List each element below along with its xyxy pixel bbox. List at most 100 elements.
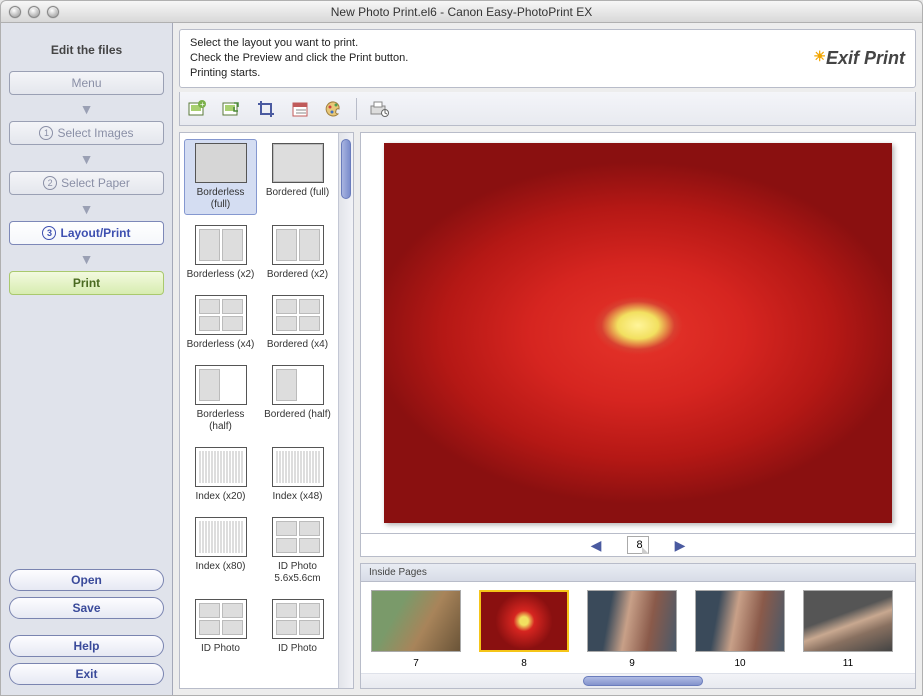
layout-thumb-icon	[272, 599, 324, 639]
exif-print-logo: ☀Exif Print	[813, 48, 905, 69]
photo-preview	[384, 143, 891, 523]
layout-option[interactable]: Borderless (x2)	[184, 221, 257, 285]
layout-label: ID Photo 5.6x5.6cm	[263, 561, 332, 585]
step-select-paper[interactable]: 2 Select Paper	[9, 171, 164, 195]
step-label: Layout/Print	[60, 226, 130, 240]
page-thumbnail	[371, 590, 461, 652]
scrollbar-thumb[interactable]	[341, 139, 351, 199]
layout-label: Index (x80)	[195, 561, 245, 573]
layout-option[interactable]: Bordered (full)	[261, 139, 334, 215]
layout-label: ID Photo	[278, 643, 317, 655]
page-navigation: ◀ 8 ▶	[360, 534, 916, 557]
layout-label: Borderless (half)	[186, 409, 255, 433]
toolbar-separator	[356, 98, 357, 120]
layout-option[interactable]: Borderless (full)	[184, 139, 257, 215]
arrow-down-icon: ▼	[9, 201, 164, 217]
window-title: New Photo Print.el6 - Canon Easy-PhotoPr…	[1, 5, 922, 19]
menu-label: Menu	[71, 76, 101, 90]
step-layout-print[interactable]: 3 Layout/Print	[9, 221, 164, 245]
layout-option[interactable]: Bordered (x4)	[261, 291, 334, 355]
page-thumbnail	[803, 590, 893, 652]
inside-page-item[interactable]: 9	[587, 590, 677, 669]
layout-label: Bordered (half)	[264, 409, 331, 421]
layout-label: Borderless (x4)	[187, 339, 255, 351]
layout-list[interactable]: Borderless (full)Bordered (full) Borderle…	[180, 133, 338, 688]
layout-thumb-icon	[272, 225, 324, 265]
zoom-window-icon[interactable]	[47, 6, 59, 18]
layout-option[interactable]: Index (x48)	[261, 443, 334, 507]
menu-button[interactable]: Menu	[9, 71, 164, 95]
prev-page-icon[interactable]: ◀	[591, 537, 602, 554]
layout-label: Bordered (x2)	[267, 269, 328, 281]
sidebar-title: Edit the files	[9, 31, 164, 71]
inside-page-item[interactable]: 7	[371, 590, 461, 669]
scrollbar-thumb[interactable]	[583, 676, 703, 686]
inside-page-item[interactable]: 8	[479, 590, 569, 669]
tool-palette-icon[interactable]	[322, 97, 346, 121]
open-button[interactable]: Open	[9, 569, 164, 591]
step-number-icon: 1	[39, 126, 53, 140]
save-button[interactable]: Save	[9, 597, 164, 619]
print-label: Print	[73, 276, 100, 290]
page-thumbnail	[587, 590, 677, 652]
main-area: Select the layout you want to print. Che…	[173, 23, 922, 695]
layout-scrollbar[interactable]	[338, 133, 353, 688]
app-window: New Photo Print.el6 - Canon Easy-PhotoPr…	[0, 0, 923, 696]
layout-option[interactable]: Borderless (x4)	[184, 291, 257, 355]
help-button[interactable]: Help	[9, 635, 164, 657]
inside-pages-panel: Inside Pages 7891011	[360, 563, 916, 689]
layout-palette: Borderless (full)Bordered (full) Borderle…	[179, 132, 354, 689]
sidebar: Edit the files Menu ▼ 1 Select Images ▼ …	[1, 23, 173, 695]
step-select-images[interactable]: 1 Select Images	[9, 121, 164, 145]
layout-option[interactable]: ID Photo	[261, 595, 334, 659]
layout-option[interactable]: Bordered (x2)	[261, 221, 334, 285]
minimize-window-icon[interactable]	[28, 6, 40, 18]
instruction-text: Select the layout you want to print. Che…	[190, 36, 813, 81]
step-label: Select Images	[57, 126, 133, 140]
preview-frame	[360, 132, 916, 534]
sun-icon: ☀	[813, 48, 826, 64]
tool-crop-icon[interactable]	[254, 97, 278, 121]
layout-option[interactable]: ID Photo	[184, 595, 257, 659]
step-number-icon: 3	[42, 226, 56, 240]
page-number: 9	[629, 658, 635, 669]
next-page-icon[interactable]: ▶	[675, 537, 686, 554]
step-label: Select Paper	[61, 176, 130, 190]
layout-thumb-icon	[272, 517, 324, 557]
layout-option[interactable]: Index (x80)	[184, 513, 257, 589]
layout-thumb-icon	[272, 365, 324, 405]
layout-option[interactable]: Borderless (half)	[184, 361, 257, 437]
layout-label: Bordered (x4)	[267, 339, 328, 351]
layout-option[interactable]: ID Photo 5.6x5.6cm	[261, 513, 334, 589]
page-fold-icon	[642, 547, 649, 554]
tool-date-icon[interactable]	[288, 97, 312, 121]
layout-label: Borderless (x2)	[187, 269, 255, 281]
print-button[interactable]: Print	[9, 271, 164, 295]
inside-pages-strip[interactable]: 7 8 9 1011	[361, 582, 915, 673]
inside-page-item[interactable]: 11	[803, 590, 893, 669]
layout-option[interactable]: Bordered (half)	[261, 361, 334, 437]
layout-label: Index (x48)	[272, 491, 322, 503]
tool-swap-image-icon[interactable]	[220, 97, 244, 121]
layout-label: ID Photo	[201, 643, 240, 655]
current-page-box[interactable]: 8	[627, 536, 648, 554]
page-number: 8	[521, 658, 527, 669]
step-number-icon: 2	[43, 176, 57, 190]
page-number: 7	[413, 658, 419, 669]
inside-page-item[interactable]: 10	[695, 590, 785, 669]
layout-thumb-icon	[272, 447, 324, 487]
layout-thumb-icon	[195, 447, 247, 487]
tool-print-settings-icon[interactable]	[367, 97, 391, 121]
page-thumbnail	[479, 590, 569, 652]
layout-thumb-icon	[195, 295, 247, 335]
layout-option[interactable]: Index (x20)	[184, 443, 257, 507]
layout-label: Borderless (full)	[186, 187, 255, 211]
inside-pages-scrollbar[interactable]	[361, 673, 915, 688]
close-window-icon[interactable]	[9, 6, 21, 18]
titlebar: New Photo Print.el6 - Canon Easy-PhotoPr…	[1, 1, 922, 23]
layout-thumb-icon	[272, 143, 324, 183]
tool-add-image-icon[interactable]: +	[186, 97, 210, 121]
layout-thumb-icon	[195, 225, 247, 265]
preview-area: ◀ 8 ▶ Inside Pages 7891011	[360, 132, 916, 689]
exit-button[interactable]: Exit	[9, 663, 164, 685]
